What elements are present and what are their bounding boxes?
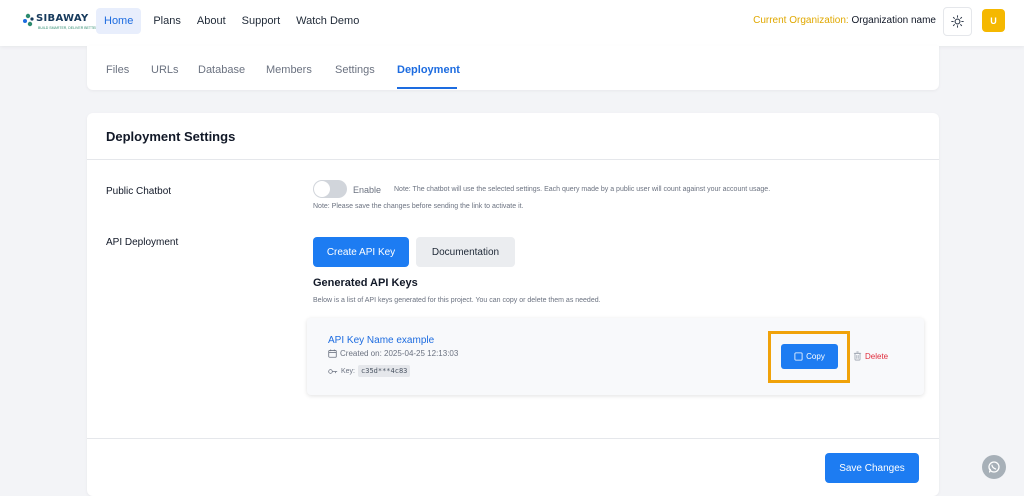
- create-api-key-button[interactable]: Create API Key: [313, 237, 409, 267]
- main-nav: Home Plans About Support Watch Demo: [96, 8, 369, 34]
- nav-plans[interactable]: Plans: [147, 8, 187, 34]
- tab-files[interactable]: Files: [106, 64, 129, 76]
- api-key-created-text: Created on: 2025-04-25 12:13:03: [340, 349, 459, 358]
- trash-icon: [853, 351, 862, 361]
- title-divider: [87, 159, 939, 160]
- api-key-name: API Key Name example: [328, 335, 435, 346]
- generated-keys-title: Generated API Keys: [313, 277, 418, 289]
- org-label: Current Organization:: [753, 15, 849, 26]
- footer-divider: [87, 438, 939, 439]
- copy-icon: [794, 352, 803, 361]
- documentation-button[interactable]: Documentation: [416, 237, 515, 267]
- delete-key-button[interactable]: Delete: [853, 351, 888, 361]
- delete-label: Delete: [865, 351, 889, 361]
- current-organization[interactable]: Current Organization: Organization name: [753, 15, 936, 26]
- tab-settings[interactable]: Settings: [335, 64, 375, 76]
- key-icon: [328, 368, 338, 374]
- tab-urls[interactable]: URLs: [151, 64, 179, 76]
- brand-logo[interactable]: SIBAWAY BUILD SMARTER, DELIVER BETTER: [22, 10, 98, 34]
- whatsapp-chat-button[interactable]: [982, 455, 1006, 479]
- public-chatbot-toggle[interactable]: [313, 180, 347, 198]
- generated-keys-description: Below is a list of API keys generated fo…: [313, 297, 601, 304]
- copy-key-button[interactable]: Copy: [781, 344, 838, 369]
- nav-home[interactable]: Home: [96, 8, 142, 34]
- active-tab-indicator: [397, 87, 457, 89]
- nav-about[interactable]: About: [191, 8, 232, 34]
- nav-watch-demo[interactable]: Watch Demo: [290, 8, 365, 34]
- tab-members[interactable]: Members: [266, 64, 312, 76]
- brand-tagline: BUILD SMARTER, DELIVER BETTER: [38, 26, 99, 30]
- api-key-created: Created on: 2025-04-25 12:13:03: [328, 349, 458, 358]
- public-chatbot-label: Public Chatbot: [106, 186, 172, 197]
- copy-label: Copy: [806, 352, 825, 361]
- project-tabs: Files URLs Database Members Settings Dep…: [87, 46, 939, 90]
- card-title: Deployment Settings: [106, 129, 236, 144]
- tab-database[interactable]: Database: [198, 64, 245, 76]
- api-deployment-label: API Deployment: [106, 237, 179, 248]
- toggle-knob: [314, 181, 330, 197]
- save-changes-button[interactable]: Save Changes: [825, 453, 919, 483]
- public-chatbot-note: Note: The chatbot will use the selected …: [394, 186, 771, 193]
- sun-icon: [951, 15, 964, 28]
- theme-toggle-button[interactable]: [943, 7, 972, 36]
- top-header: SIBAWAY BUILD SMARTER, DELIVER BETTER Ho…: [0, 0, 1024, 46]
- toggle-label: Enable: [353, 185, 382, 195]
- api-key-item: API Key Name example Created on: 2025-04…: [307, 318, 924, 395]
- api-key-label: Key:: [341, 367, 356, 375]
- deployment-settings-card: Deployment Settings Public Chatbot Enabl…: [87, 113, 939, 496]
- brand-name: SIBAWAY: [36, 13, 89, 24]
- api-key-value: c35d***4c83: [358, 365, 411, 377]
- nav-support[interactable]: Support: [236, 8, 287, 34]
- api-key-line: Key: c35d***4c83: [328, 365, 411, 377]
- calendar-icon: [328, 349, 337, 358]
- org-value: Organization name: [851, 15, 937, 26]
- whatsapp-icon: [988, 461, 1000, 473]
- tab-deployment[interactable]: Deployment: [397, 64, 460, 76]
- save-before-link-note: Note: Please save the changes before sen…: [313, 203, 524, 210]
- user-avatar[interactable]: U: [982, 9, 1005, 32]
